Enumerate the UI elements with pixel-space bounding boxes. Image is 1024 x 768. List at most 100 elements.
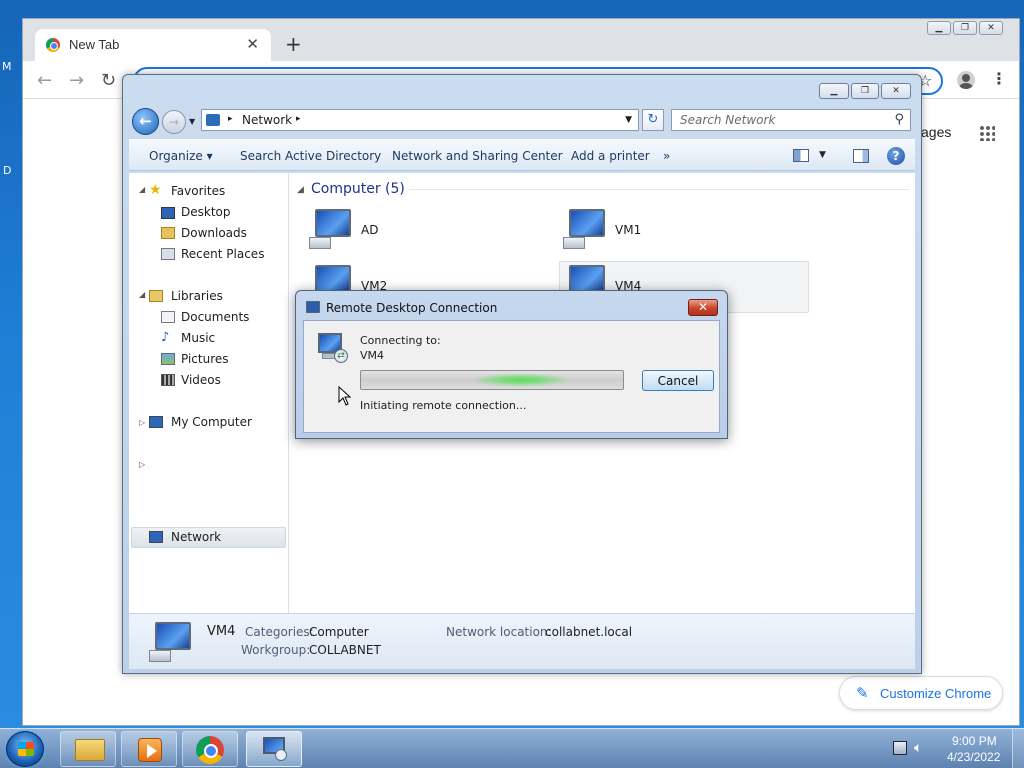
view-dropdown-icon[interactable]: ▼ [819,150,826,160]
search-active-directory-button[interactable]: Search Active Directory [240,149,381,163]
pencil-icon: ✎ [856,685,869,702]
search-input[interactable] [672,110,882,130]
expand-libraries-icon[interactable]: ◢ [139,290,145,299]
computer-icon [149,622,195,662]
chrome-favicon-icon [46,38,60,52]
nav-downloads[interactable]: Downloads [181,226,247,240]
nav-network[interactable]: Network [171,530,221,544]
cancel-button[interactable]: Cancel [642,370,714,391]
nav-music[interactable]: Music [181,331,215,345]
reload-icon[interactable]: ↻ [101,70,116,91]
chrome-minimize-button[interactable]: ▁ [927,21,951,35]
navigation-pane: ◢ ★ Favorites Desktop Downloads Recent P… [129,173,289,613]
explorer-caption-buttons: ▁ ❐ ✕ [819,83,913,101]
expand-network-icon[interactable]: ▷ [139,460,145,469]
pictures-icon [161,353,175,365]
group-divider [409,189,909,190]
profile-avatar-icon[interactable] [957,71,975,89]
google-apps-icon[interactable] [979,125,995,141]
network-icon [206,114,220,126]
details-network-location-key: Network location: [446,625,552,639]
tray-network-icon[interactable] [893,741,907,755]
address-bar[interactable]: ▸ Network ▸ ▼ [201,109,639,131]
forward-button[interactable]: → [162,110,186,134]
organize-button[interactable]: Organize ▾ [149,149,213,163]
taskbar-rdp-button[interactable] [246,731,302,767]
rdp-dialog-title: Remote Desktop Connection [326,301,498,315]
group-header-computer[interactable]: Computer (5) [311,181,405,197]
expand-my-computer-icon[interactable]: ▷ [139,418,145,427]
taskbar-chrome-button[interactable] [182,731,238,767]
nav-libraries[interactable]: Libraries [171,289,223,303]
nav-videos[interactable]: Videos [181,373,221,387]
clock-date[interactable]: 4/23/2022 [947,750,1000,764]
details-name: VM4 [207,624,236,639]
help-icon[interactable]: ? [887,147,905,165]
chrome-menu-icon[interactable]: ⋮ [991,69,1007,88]
tray-volume-icon[interactable]: 🔈︎ [914,740,922,756]
refresh-button[interactable]: ↻ [642,109,664,131]
star-icon: ★ [149,182,162,198]
start-button[interactable] [6,731,44,767]
explorer-minimize-button[interactable]: ▁ [819,83,849,99]
chrome-tabstrip: New Tab ✕ + ▁ ❐ ✕ [23,19,1019,61]
address-dropdown-icon[interactable]: ▼ [625,115,632,125]
expand-favorites-icon[interactable]: ◢ [139,185,145,194]
rdp-dialog: Remote Desktop Connection ✕ ⇄ Connecting… [295,290,728,439]
nav-favorites[interactable]: Favorites [171,184,225,198]
nav-my-computer[interactable]: My Computer [171,415,252,429]
nav-desktop[interactable]: Desktop [181,205,231,219]
back-button[interactable]: ← [132,108,159,135]
history-dropdown-icon[interactable]: ▼ [189,117,195,126]
add-printer-button[interactable]: Add a printer [571,149,650,163]
customize-chrome-button[interactable]: ✎ Customize Chrome [839,676,1003,710]
tab-close-icon[interactable]: ✕ [246,35,259,53]
search-icon[interactable]: ⚲ [894,112,904,127]
preview-pane-icon[interactable] [853,149,869,163]
network-sharing-center-button[interactable]: Network and Sharing Center [392,149,563,163]
breadcrumb-network[interactable]: Network [242,113,292,127]
progress-marquee [471,373,571,387]
chrome-restore-button[interactable]: ❐ [953,21,977,35]
breadcrumb-chevron-icon[interactable]: ▸ [296,114,301,124]
tab-title: New Tab [69,37,120,52]
taskbar: 🔈︎ 9:00 PM 4/23/2022 [0,728,1024,768]
documents-icon [161,311,175,323]
libraries-icon [149,290,163,302]
taskbar-media-player-button[interactable] [121,731,177,767]
chrome-tab-new-tab[interactable]: New Tab ✕ [35,29,271,61]
desktop-icon [161,207,175,219]
desktop-edge-text: M [2,60,12,73]
computer-icon[interactable] [309,209,355,249]
clock-time[interactable]: 9:00 PM [952,734,997,748]
nav-recent-places[interactable]: Recent Places [181,247,264,261]
computer-item-label[interactable]: AD [361,223,378,237]
explorer-close-button[interactable]: ✕ [881,83,911,99]
nav-documents[interactable]: Documents [181,310,249,324]
computer-item-label[interactable]: VM1 [615,223,641,237]
collapse-group-icon[interactable]: ◢ [297,185,304,195]
details-workgroup-key: Workgroup: [241,643,311,657]
taskbar-explorer-button[interactable] [60,731,116,767]
breadcrumb-chevron-icon[interactable]: ▸ [228,114,233,124]
images-link[interactable]: ages [921,124,951,140]
new-tab-button[interactable]: + [285,34,302,54]
forward-arrow-icon[interactable]: → [69,70,84,91]
show-desktop-button[interactable] [1012,729,1024,768]
downloads-icon [161,227,175,239]
rdp-close-button[interactable]: ✕ [688,299,718,316]
chrome-close-button[interactable]: ✕ [979,21,1003,35]
details-network-location-value: collabnet.local [545,625,633,639]
explorer-maximize-button[interactable]: ❐ [851,83,879,99]
remote-desktop-icon [261,737,289,763]
nav-pictures[interactable]: Pictures [181,352,229,366]
change-view-icon[interactable] [793,149,809,162]
details-categories-value: Computer [309,625,369,639]
connecting-label: Connecting to: [360,334,441,347]
more-commands-button[interactable]: » [663,149,670,163]
back-arrow-icon[interactable]: ← [37,70,52,91]
media-player-icon [138,738,162,762]
rdp-title-icon [306,301,320,313]
computer-icon[interactable] [563,209,609,249]
connection-progress-bar [360,370,624,390]
